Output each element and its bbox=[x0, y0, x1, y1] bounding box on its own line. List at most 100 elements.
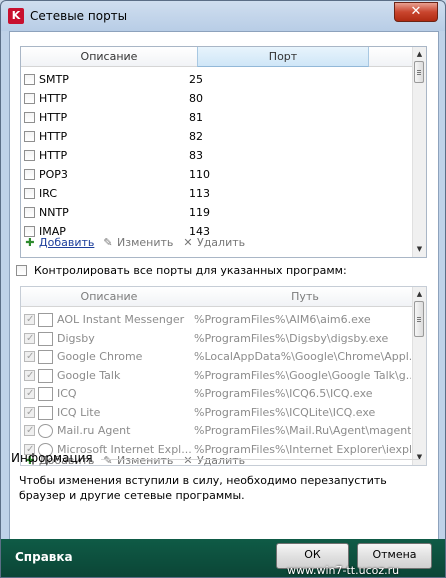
row-checkbox[interactable] bbox=[24, 207, 35, 218]
app-window-icon bbox=[38, 331, 53, 346]
program-name: Digsby bbox=[57, 331, 95, 345]
program-path: %ProgramFiles%\ICQ6.5\ICQ.exe bbox=[194, 387, 373, 400]
edit-program-button[interactable]: ✎ Изменить bbox=[102, 453, 173, 469]
row-checkbox[interactable] bbox=[24, 348, 35, 366]
port-number: 81 bbox=[189, 111, 203, 124]
program-path: %ProgramFiles%\Google\Google Talk\g... bbox=[194, 368, 411, 382]
pencil-icon: ✎ bbox=[103, 454, 113, 467]
port-description: HTTP bbox=[39, 111, 68, 124]
scroll-down-icon[interactable]: ▼ bbox=[415, 244, 424, 254]
column-header-path[interactable]: Путь bbox=[197, 287, 413, 306]
delete-label: Удалить bbox=[197, 454, 246, 467]
program-name: ICQ bbox=[57, 387, 77, 400]
edit-port-button[interactable]: ✎ Изменить bbox=[102, 235, 173, 251]
kaspersky-logo-icon: K bbox=[8, 8, 24, 24]
scroll-up-icon[interactable]: ▲ bbox=[415, 289, 424, 299]
row-checkbox[interactable] bbox=[24, 422, 35, 440]
row-checkbox[interactable] bbox=[24, 131, 35, 142]
table-row[interactable]: AOL Instant Messenger %ProgramFiles%\AIM6… bbox=[21, 311, 413, 329]
column-header-description[interactable]: Описание bbox=[21, 47, 197, 66]
port-number: 25 bbox=[189, 73, 203, 86]
add-label: Добавить bbox=[39, 236, 95, 249]
table-row[interactable]: HTTP 80 bbox=[21, 90, 413, 108]
row-checkbox[interactable] bbox=[24, 188, 35, 199]
close-button[interactable]: ✕ bbox=[394, 2, 438, 22]
delete-program-button[interactable]: ✕ Удалить bbox=[182, 453, 245, 469]
table-row[interactable]: Digsby %ProgramFiles%\Digsby\digsby.exe bbox=[21, 330, 413, 348]
port-number: 83 bbox=[189, 149, 203, 162]
window-title: Сетевые порты bbox=[30, 9, 128, 23]
row-checkbox[interactable] bbox=[24, 330, 35, 348]
delete-port-button[interactable]: ✕ Удалить bbox=[182, 235, 245, 251]
pencil-icon: ✎ bbox=[103, 236, 113, 249]
delete-label: Удалить bbox=[197, 236, 246, 249]
program-path: %ProgramFiles%\ICQLite\ICQ.exe bbox=[194, 405, 376, 419]
table-row[interactable]: Mail.ru Agent %ProgramFiles%\Mail.Ru\Agen… bbox=[21, 422, 413, 440]
table-row[interactable]: Google Chrome %LocalAppData%\Google\Chrom… bbox=[21, 348, 413, 366]
scroll-thumb[interactable] bbox=[414, 61, 424, 83]
row-checkbox[interactable] bbox=[24, 311, 35, 329]
port-description: NNTP bbox=[39, 206, 69, 219]
ports-table-header: Описание Порт bbox=[21, 47, 413, 67]
port-description: HTTP bbox=[39, 92, 68, 105]
port-number: 110 bbox=[189, 168, 210, 181]
table-row[interactable]: HTTP 83 bbox=[21, 147, 413, 165]
programs-scrollbar[interactable]: ▲ ▼ bbox=[412, 287, 426, 465]
column-header-port[interactable]: Порт bbox=[197, 47, 369, 67]
app-window-icon bbox=[38, 405, 53, 420]
row-checkbox[interactable] bbox=[24, 169, 35, 180]
app-window-icon bbox=[38, 313, 53, 327]
control-all-checkbox[interactable] bbox=[16, 265, 27, 276]
port-number: 80 bbox=[189, 92, 203, 105]
program-path: %ProgramFiles%\Mail.Ru\Agent\magent... bbox=[194, 424, 411, 437]
column-header-description[interactable]: Описание bbox=[21, 287, 197, 306]
program-path: %ProgramFiles%\AIM6\aim6.exe bbox=[194, 313, 371, 326]
network-ports-window: K Сетевые порты ✕ Описание Порт SMTP 25 HT… bbox=[0, 0, 446, 578]
x-icon: ✕ bbox=[183, 236, 193, 249]
row-checkbox[interactable] bbox=[24, 74, 35, 85]
ports-scrollbar[interactable]: ▲ ▼ bbox=[412, 47, 426, 257]
port-description: POP3 bbox=[39, 168, 68, 181]
table-row[interactable]: POP3 110 bbox=[21, 166, 413, 184]
program-name: Google Talk bbox=[57, 368, 121, 382]
app-window-icon bbox=[38, 350, 53, 364]
row-checkbox[interactable] bbox=[24, 150, 35, 161]
port-description: IRC bbox=[39, 187, 58, 200]
add-port-button[interactable]: ✚ Добавить bbox=[24, 235, 94, 251]
app-window-icon bbox=[38, 368, 53, 383]
table-row[interactable]: SMTP 25 bbox=[21, 71, 413, 89]
app-window-icon bbox=[38, 387, 53, 401]
port-description: HTTP bbox=[39, 130, 68, 143]
table-row[interactable]: HTTP 82 bbox=[21, 128, 413, 146]
table-row[interactable]: ICQ %ProgramFiles%\ICQ6.5\ICQ.exe bbox=[21, 385, 413, 403]
table-row[interactable]: IRC 113 bbox=[21, 185, 413, 203]
info-divider bbox=[101, 459, 421, 460]
watermark: www.win7-tt.ucoz.ru bbox=[287, 564, 400, 577]
table-row[interactable]: HTTP 81 bbox=[21, 109, 413, 127]
row-checkbox[interactable] bbox=[24, 404, 35, 422]
row-checkbox[interactable] bbox=[24, 367, 35, 385]
edit-label: Изменить bbox=[117, 454, 174, 467]
mail-agent-icon bbox=[38, 424, 53, 438]
port-number: 119 bbox=[189, 206, 210, 219]
x-icon: ✕ bbox=[183, 454, 193, 467]
control-all-label: Контролировать все порты для указанных п… bbox=[34, 264, 347, 277]
table-row[interactable]: ICQ Lite %ProgramFiles%\ICQLite\ICQ.exe bbox=[21, 404, 413, 422]
row-checkbox[interactable] bbox=[24, 112, 35, 123]
row-checkbox[interactable] bbox=[24, 385, 35, 403]
help-link[interactable]: Справка bbox=[15, 550, 73, 564]
table-row[interactable]: Google Talk %ProgramFiles%\Google\Google … bbox=[21, 367, 413, 385]
program-name: Mail.ru Agent bbox=[57, 424, 131, 437]
table-row[interactable]: NNTP 119 bbox=[21, 204, 413, 222]
row-checkbox[interactable] bbox=[24, 93, 35, 104]
scroll-up-icon[interactable]: ▲ bbox=[415, 49, 424, 59]
plus-icon: ✚ bbox=[25, 236, 35, 249]
programs-table: Описание Путь AOL Instant Messenger %Prog… bbox=[20, 286, 427, 466]
program-name: ICQ Lite bbox=[57, 405, 101, 419]
info-text: Чтобы изменения вступили в силу, необход… bbox=[19, 474, 387, 502]
program-name: AOL Instant Messenger bbox=[57, 313, 185, 326]
port-number: 113 bbox=[189, 187, 210, 200]
scroll-down-icon[interactable]: ▼ bbox=[415, 452, 424, 462]
scroll-thumb[interactable] bbox=[414, 301, 424, 337]
port-number: 82 bbox=[189, 130, 203, 143]
